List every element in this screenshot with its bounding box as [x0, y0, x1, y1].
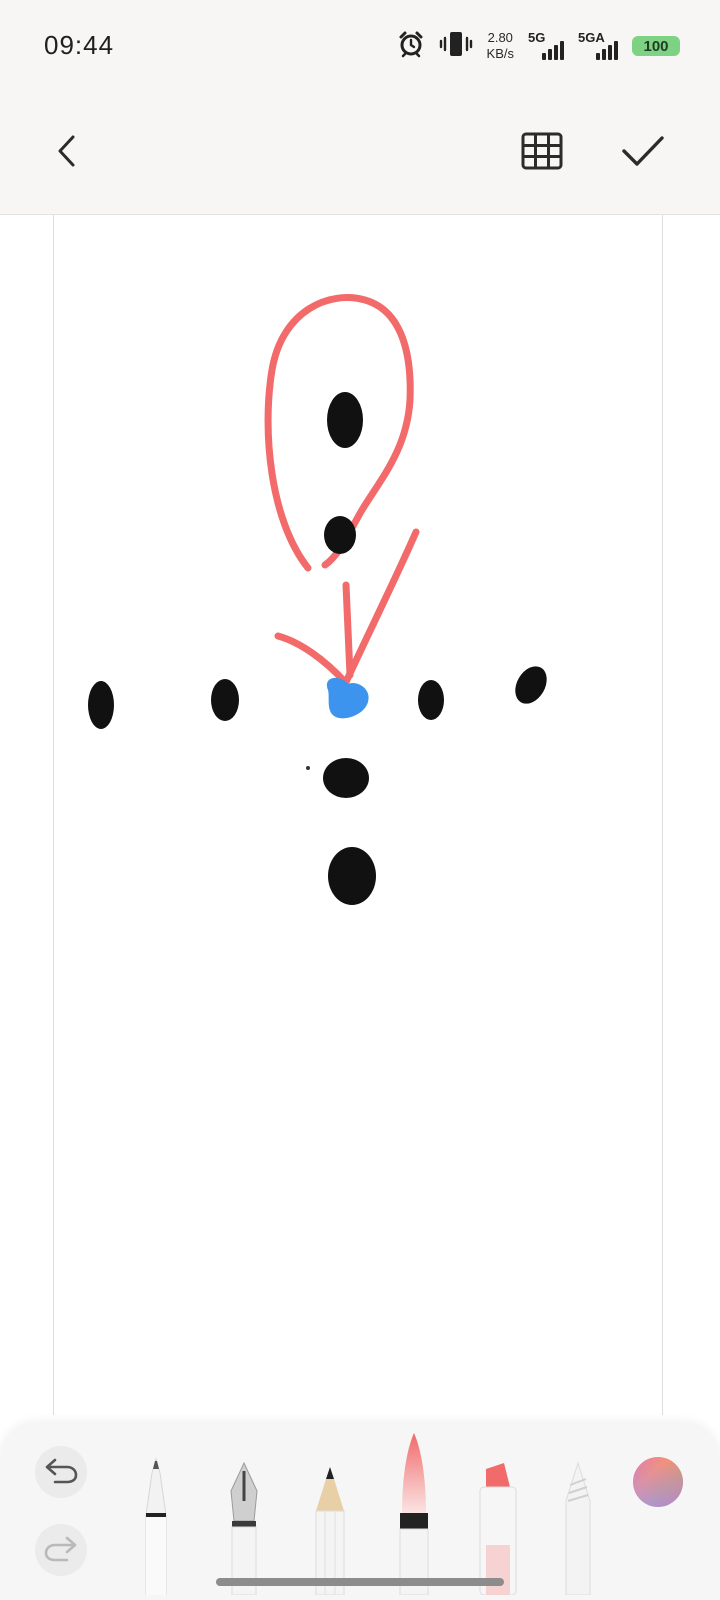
home-indicator[interactable] [216, 1578, 504, 1586]
redo-icon [43, 1534, 79, 1567]
status-time: 09:44 [44, 30, 115, 60]
tool-brush[interactable] [392, 1431, 436, 1600]
grid-button[interactable] [507, 118, 577, 188]
editor-toolbar [0, 96, 720, 215]
done-button[interactable] [608, 118, 678, 188]
drawing-canvas[interactable] [0, 215, 720, 1415]
signal-bars-icon [542, 41, 564, 60]
ink-dot [515, 666, 547, 704]
checkmark-icon [620, 133, 666, 174]
chevron-left-icon [53, 133, 83, 174]
back-button[interactable] [33, 118, 103, 188]
ink-dot [88, 681, 114, 729]
red-arrow-head [274, 632, 349, 686]
undo-icon [43, 1456, 79, 1489]
redo-button[interactable] [35, 1524, 87, 1576]
tool-ballpoint-pen[interactable] [136, 1455, 176, 1600]
grid-icon [521, 132, 563, 175]
status-bar: 09:44 2.80 KB/s 5G 5GA 100 [0, 0, 720, 96]
tool-panel [0, 1422, 720, 1600]
battery-indicator: 100 [632, 36, 680, 56]
signal-bars-icon [596, 41, 618, 60]
sim1-signal: 5G [528, 30, 564, 62]
sim2-signal: 5GA [578, 30, 618, 62]
ink-dot [328, 847, 376, 905]
ink-dot [324, 516, 356, 554]
ink-speck [306, 766, 310, 770]
network-speed: 2.80 KB/s [487, 30, 514, 62]
vibrate-icon [439, 30, 473, 63]
ink-dot [327, 392, 363, 448]
red-arrow-shaft [342, 528, 420, 686]
ink-dot [418, 680, 444, 720]
color-picker-button[interactable] [632, 1456, 684, 1513]
network-speed-unit: KB/s [486, 46, 514, 61]
blue-ink-dot [326, 677, 369, 719]
color-wheel-icon [632, 1457, 684, 1512]
status-icons: 2.80 KB/s 5G 5GA 100 [397, 28, 680, 64]
undo-button[interactable] [35, 1446, 87, 1498]
drawing-strokes [88, 294, 547, 905]
ink-dot [211, 679, 239, 721]
red-arrow-vertical [342, 581, 354, 679]
network-speed-value: 2.80 [487, 30, 513, 45]
ink-dot [323, 758, 369, 798]
tool-eraser[interactable] [560, 1461, 596, 1600]
alarm-icon [397, 30, 425, 63]
